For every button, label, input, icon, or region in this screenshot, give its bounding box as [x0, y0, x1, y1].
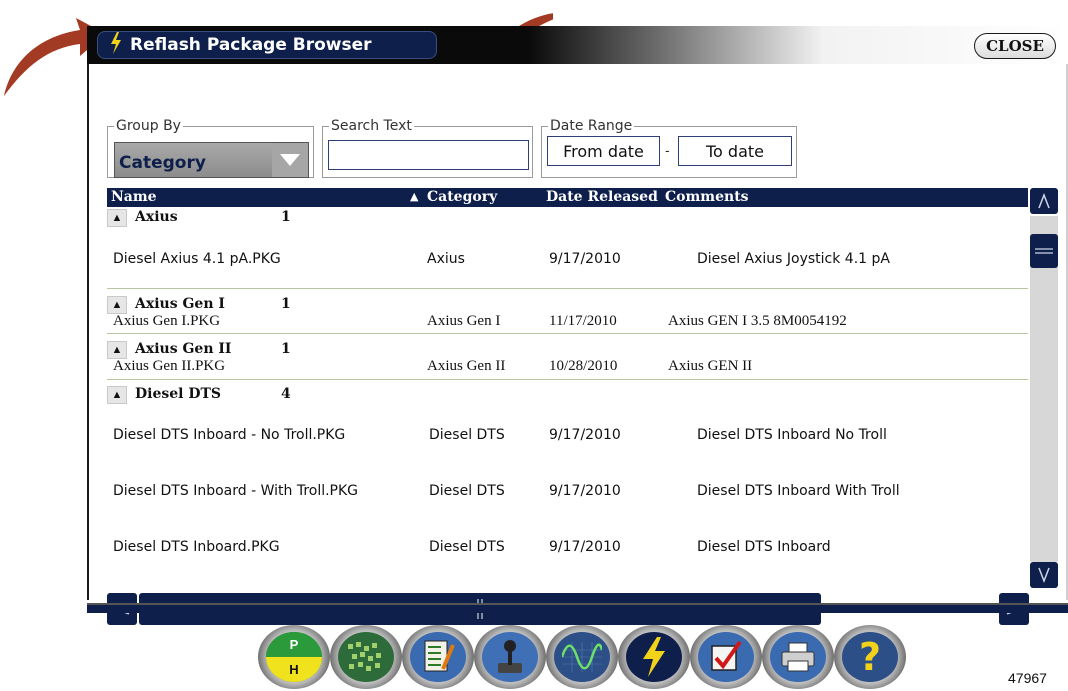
waveform-icon[interactable]	[546, 625, 618, 689]
ph-top-letter: P	[266, 632, 322, 657]
cell-category: Axius	[427, 251, 465, 267]
cell-comments: Axius GEN I 3.5 8M0054192	[668, 313, 847, 329]
cell-name: Axius Gen II.PKG	[113, 358, 226, 374]
checkbox-face	[698, 632, 754, 682]
cell-name: Diesel Axius 4.1 pA.PKG	[113, 251, 281, 267]
table-row[interactable]: Diesel DTS Inboard - With Troll.PKG Dies…	[107, 481, 1028, 503]
group-name: Diesel DTS	[135, 386, 222, 402]
grid-header: Name ▲ Category Date Released Comments	[107, 188, 1028, 207]
column-header-name[interactable]: Name	[111, 189, 157, 205]
checklist-icon[interactable]	[402, 625, 474, 689]
chevron-down-icon[interactable]	[272, 143, 308, 177]
cell-comments: Axius GEN II	[668, 358, 753, 374]
joystick-icon[interactable]	[474, 625, 546, 689]
cell-category: Diesel DTS	[429, 539, 505, 555]
group-name: Axius Gen II	[135, 341, 232, 357]
reflash-bolt-icon[interactable]	[618, 625, 690, 689]
scroll-up-icon[interactable]	[1030, 188, 1058, 214]
column-header-category[interactable]: Category	[427, 189, 497, 205]
group-count: 4	[281, 386, 291, 402]
collapse-toggle-icon[interactable]: ▲	[107, 209, 127, 227]
group-header-axius: ▲ Axius 1	[107, 209, 1028, 229]
group-count: 1	[281, 209, 291, 225]
help-icon[interactable]: ?	[834, 625, 906, 689]
ph-mode-icon[interactable]: P H	[258, 625, 330, 689]
cell-comments: Diesel DTS Inboard With Troll	[697, 483, 900, 499]
table-row[interactable]: Axius Gen II.PKG Axius Gen II 10/28/2010…	[107, 356, 1028, 378]
group-name: Axius	[135, 209, 178, 225]
from-date-field[interactable]: From date	[547, 136, 660, 166]
date-range-groupbox: Date Range From date - To date	[541, 118, 797, 178]
table-row[interactable]: Diesel Axius 4.1 pA.PKG Axius 9/17/2010 …	[107, 249, 1028, 271]
main-toolbar: P H ?	[258, 623, 918, 691]
package-grid: Name ▲ Category Date Released Comments ▲…	[107, 188, 1028, 591]
group-by-value: Category	[119, 153, 206, 173]
date-range-label: Date Range	[550, 118, 633, 134]
table-row[interactable]: Diesel DTS Inboard - No Troll.PKG Diesel…	[107, 425, 1028, 447]
waveform-face	[554, 632, 610, 682]
search-text-label: Search Text	[331, 118, 412, 134]
cell-date: 9/17/2010	[549, 251, 621, 267]
search-text-groupbox: Search Text	[322, 118, 533, 178]
date-separator: -	[665, 142, 670, 158]
cell-date: 9/17/2010	[549, 483, 621, 499]
sensor-grid-icon[interactable]	[330, 625, 402, 689]
cell-date: 10/28/2010	[549, 358, 618, 374]
cell-comments: Diesel DTS Inboard No Troll	[697, 427, 887, 443]
cell-name: Diesel DTS Inboard - With Troll.PKG	[113, 483, 359, 499]
sensor-grid-face	[338, 632, 394, 682]
column-header-date-released[interactable]: Date Released	[546, 189, 658, 205]
window-title: Reflash Package Browser	[130, 35, 372, 55]
lightning-bolt-icon	[110, 31, 122, 59]
printer-face	[770, 632, 826, 682]
group-header-diesel-dts: ▲ Diesel DTS 4	[107, 386, 1028, 406]
group-separator	[107, 288, 1028, 289]
cell-comments: Diesel DTS Inboard	[697, 539, 831, 555]
scroll-down-icon[interactable]	[1030, 562, 1058, 588]
vertical-scrollbar[interactable]	[1028, 188, 1060, 590]
to-date-field[interactable]: To date	[678, 136, 792, 166]
title-pill: Reflash Package Browser	[97, 31, 437, 59]
table-row[interactable]: Axius Gen I.PKG Axius Gen I 11/17/2010 A…	[107, 311, 1028, 333]
cell-category: Axius Gen I	[427, 313, 501, 329]
ph-mode-face: P H	[266, 632, 322, 682]
cell-comments: Diesel Axius Joystick 4.1 pA	[697, 251, 890, 267]
reflash-package-browser-window: Reflash Package Browser CLOSE Group By C…	[87, 26, 1068, 625]
group-by-select[interactable]: Category	[114, 142, 309, 178]
cell-name: Diesel DTS Inboard - No Troll.PKG	[113, 427, 346, 443]
table-row[interactable]: Diesel DTS Inboard.PKG Diesel DTS 9/17/2…	[107, 537, 1028, 559]
cell-category: Axius Gen II	[427, 358, 506, 374]
printer-icon[interactable]	[762, 625, 834, 689]
checklist-face	[410, 632, 466, 682]
cell-date: 9/17/2010	[549, 539, 621, 555]
group-name: Axius Gen I	[135, 296, 225, 312]
ph-bottom-letter: H	[266, 657, 322, 682]
group-by-label: Group By	[116, 118, 181, 134]
window-body: Group By Category Search Text Date Range…	[87, 64, 1068, 625]
search-input[interactable]	[328, 140, 529, 170]
cell-date: 11/17/2010	[549, 313, 617, 329]
vertical-scroll-thumb[interactable]	[1030, 234, 1058, 268]
cell-category: Diesel DTS	[429, 483, 505, 499]
group-count: 1	[281, 296, 291, 312]
cell-name: Axius Gen I.PKG	[113, 313, 221, 329]
cell-category: Diesel DTS	[429, 427, 505, 443]
group-by-groupbox: Group By Category	[107, 118, 314, 178]
close-button[interactable]: CLOSE	[974, 33, 1056, 59]
checkbox-icon[interactable]	[690, 625, 762, 689]
collapse-toggle-icon[interactable]: ▲	[107, 386, 127, 404]
title-bar: Reflash Package Browser CLOSE	[87, 26, 1068, 64]
group-count: 1	[281, 341, 291, 357]
help-question-mark: ?	[842, 632, 898, 682]
group-separator	[107, 333, 1028, 334]
sort-ascending-icon: ▲	[410, 190, 419, 203]
column-header-comments[interactable]: Comments	[665, 189, 749, 205]
cell-date: 9/17/2010	[549, 427, 621, 443]
window-bottom-strip	[87, 603, 1068, 613]
group-separator	[107, 379, 1028, 380]
cell-name: Diesel DTS Inboard.PKG	[113, 539, 280, 555]
joystick-face	[482, 632, 538, 682]
reflash-bolt-face	[626, 632, 682, 682]
figure-number: 47967	[1008, 670, 1047, 686]
